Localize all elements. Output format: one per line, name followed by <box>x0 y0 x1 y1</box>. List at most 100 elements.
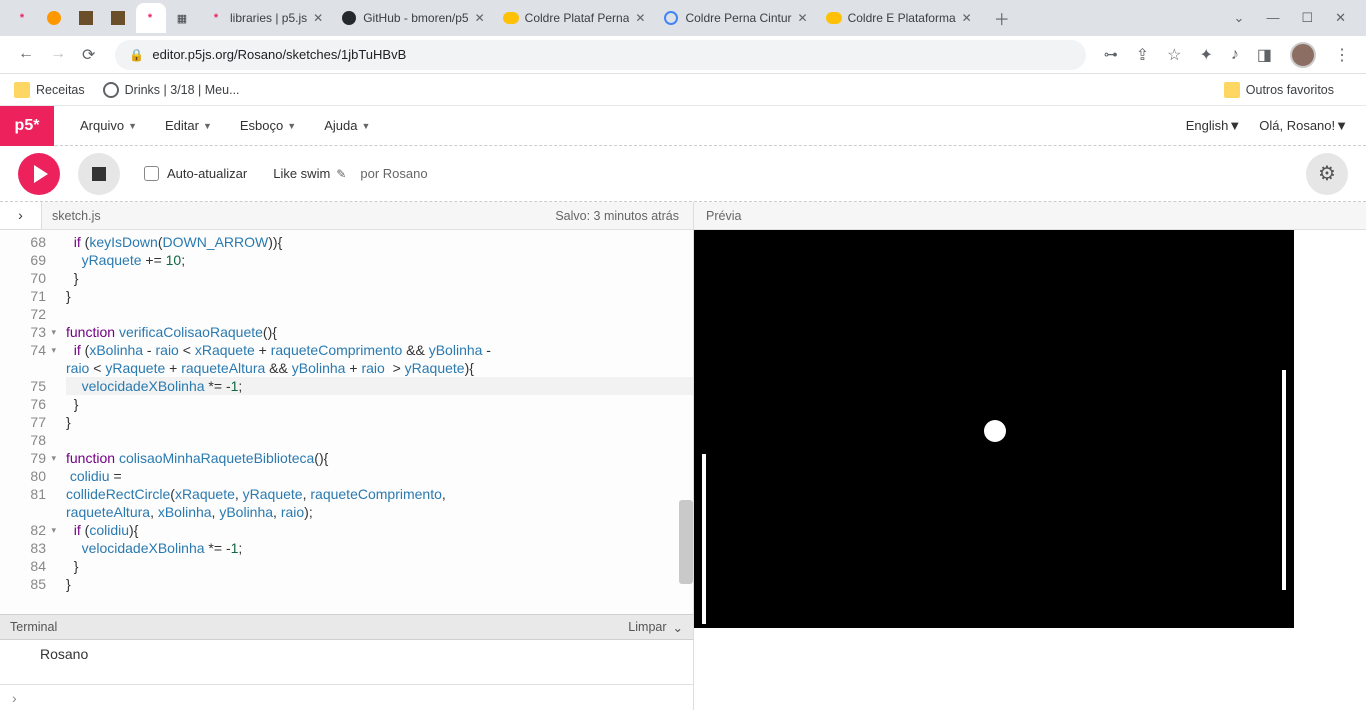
language-selector[interactable]: English▼ <box>1186 118 1242 133</box>
profile-avatar[interactable] <box>1290 42 1316 68</box>
user-greeting[interactable]: Olá, Rosano!▼ <box>1259 118 1348 133</box>
code-line[interactable] <box>66 305 693 323</box>
auto-update-toggle[interactable]: Auto-atualizar <box>144 166 247 181</box>
browser-tab[interactable]: GitHub - bmoren/p5✕ <box>333 3 492 33</box>
close-tab-icon[interactable]: ✕ <box>313 11 323 25</box>
code-line[interactable] <box>66 431 693 449</box>
code-line[interactable]: function colisaoMinhaRaqueteBiblioteca()… <box>66 449 693 467</box>
line-number: 85 <box>0 575 46 593</box>
sketch-author: por Rosano <box>360 166 427 181</box>
edit-title-icon[interactable]: ✎ <box>336 167 346 181</box>
tab-title: Coldre Plataf Perna <box>525 11 630 25</box>
browser-tab-strip: * * ▦*libraries | p5.js✕GitHub - bmoren/p5… <box>0 0 1366 36</box>
extensions-icon[interactable]: ✦ <box>1199 45 1212 65</box>
p5-favicon: * <box>142 10 158 26</box>
code-line[interactable]: } <box>66 557 693 575</box>
code-line[interactable]: function verificaColisaoRaquete(){ <box>66 323 693 341</box>
code-line[interactable]: } <box>66 413 693 431</box>
sketch-title[interactable]: Like swim <box>273 166 330 181</box>
checkbox-icon[interactable] <box>144 166 159 181</box>
menu-esboço[interactable]: Esboço▼ <box>226 110 310 141</box>
star-icon[interactable]: ☆ <box>1167 45 1181 65</box>
play-button[interactable] <box>18 153 60 195</box>
code-line[interactable]: colidiu = <box>66 467 693 485</box>
code-editor[interactable]: 686970717273747576777879808182838485 if … <box>0 230 693 614</box>
code-line[interactable]: } <box>66 287 693 305</box>
settings-button[interactable]: ⚙ <box>1306 153 1348 195</box>
line-number: 84 <box>0 557 46 575</box>
playlist-icon[interactable]: ♪ <box>1231 46 1239 64</box>
sidepanel-icon[interactable]: ◨ <box>1257 45 1272 65</box>
key-icon[interactable]: ⊶ <box>1104 46 1118 63</box>
back-icon[interactable]: ← <box>18 45 34 65</box>
browser-tab[interactable] <box>104 3 134 33</box>
forward-icon[interactable]: → <box>50 45 66 65</box>
code-line[interactable]: raio < yRaquete + raqueteAltura && yBoli… <box>66 359 693 377</box>
lock-icon: 🔒 <box>129 48 144 62</box>
left-paddle <box>702 454 706 624</box>
scrollbar-vertical[interactable] <box>679 500 693 584</box>
close-tab-icon[interactable]: ✕ <box>635 11 645 25</box>
chevron-down-icon[interactable]: ⌄ <box>1234 10 1245 26</box>
code-line[interactable]: if (keyIsDown(DOWN_ARROW)){ <box>66 233 693 251</box>
minimize-icon[interactable]: — <box>1266 10 1279 26</box>
line-number: 82 <box>0 521 46 539</box>
code-line[interactable]: if (colidiu){ <box>66 521 693 539</box>
url-input[interactable]: 🔒 editor.p5js.org/Rosano/sketches/1jbTuH… <box>115 40 1085 70</box>
line-number: 71 <box>0 287 46 305</box>
sidebar-toggle-button[interactable]: › <box>0 202 42 230</box>
code-line[interactable]: raqueteAltura, xBolinha, yBolinha, raio)… <box>66 503 693 521</box>
browser-tab[interactable]: Coldre E Plataforma✕ <box>818 3 980 33</box>
share-icon[interactable]: ⇪ <box>1136 45 1149 65</box>
menu-ajuda[interactable]: Ajuda▼ <box>310 110 384 141</box>
close-tab-icon[interactable]: ✕ <box>962 11 972 25</box>
line-number: 78 <box>0 431 46 449</box>
terminal-input[interactable]: › <box>0 684 693 710</box>
new-tab-button[interactable]: ＋ <box>988 4 1016 32</box>
code-line[interactable]: } <box>66 269 693 287</box>
browser-tab[interactable]: * <box>8 3 38 33</box>
kebab-menu-icon[interactable]: ⋮ <box>1334 45 1350 65</box>
bookmark-other[interactable]: Outros favoritos <box>1224 82 1334 98</box>
code-line[interactable]: velocidadeXBolinha *= -1; <box>66 539 693 557</box>
code-column: › sketch.js Salvo: 3 minutos atrás 68697… <box>0 202 694 710</box>
menu-arquivo[interactable]: Arquivo▼ <box>66 110 151 141</box>
browser-tab[interactable]: ▦ <box>168 3 198 33</box>
bookmark-drinks[interactable]: Drinks | 3/18 | Meu... <box>103 82 240 98</box>
browser-tab[interactable] <box>40 3 70 33</box>
line-number: 69 <box>0 251 46 269</box>
editor-area: › sketch.js Salvo: 3 minutos atrás 68697… <box>0 202 1366 710</box>
close-tab-icon[interactable]: ✕ <box>475 11 485 25</box>
terminal-header: Terminal Limpar ⌄ <box>0 614 693 640</box>
bookmark-label: Outros favoritos <box>1246 83 1334 97</box>
code-line[interactable]: yRaquete += 10; <box>66 251 693 269</box>
browser-tab[interactable]: * <box>136 3 166 33</box>
code-line[interactable]: collideRectCircle(xRaquete, yRaquete, ra… <box>66 485 693 503</box>
p5-logo[interactable]: p5* <box>0 106 54 146</box>
sketch-canvas[interactable] <box>694 230 1294 628</box>
menu-editar[interactable]: Editar▼ <box>151 110 226 141</box>
reload-icon[interactable]: ⟳ <box>82 45 95 65</box>
line-number: 74 <box>0 341 46 359</box>
browser-tab[interactable]: Coldre Plataf Perna ✕ <box>495 3 654 33</box>
maximize-icon[interactable]: ☐ <box>1301 10 1313 26</box>
menu-label: Editar <box>165 118 199 133</box>
line-number: 73 <box>0 323 46 341</box>
line-number: 77 <box>0 413 46 431</box>
browser-tab[interactable]: *libraries | p5.js✕ <box>200 3 331 33</box>
p5-favicon: * <box>208 10 224 26</box>
code-line[interactable]: } <box>66 395 693 413</box>
file-name[interactable]: sketch.js <box>52 209 101 223</box>
browser-tab[interactable] <box>72 3 102 33</box>
terminal-clear-button[interactable]: Limpar <box>628 620 666 634</box>
preview-column: Prévia <box>694 202 1366 710</box>
stop-button[interactable] <box>78 153 120 195</box>
browser-tab[interactable]: Coldre Perna Cintur✕ <box>655 3 815 33</box>
close-icon[interactable]: ✕ <box>1335 10 1346 26</box>
chevron-down-icon[interactable]: ⌄ <box>673 620 683 635</box>
code-line[interactable]: velocidadeXBolinha *= -1; <box>66 377 693 395</box>
close-tab-icon[interactable]: ✕ <box>798 11 808 25</box>
bookmark-receitas[interactable]: Receitas <box>14 82 85 98</box>
code-line[interactable]: } <box>66 575 693 593</box>
code-line[interactable]: if (xBolinha - raio < xRaquete + raquete… <box>66 341 693 359</box>
